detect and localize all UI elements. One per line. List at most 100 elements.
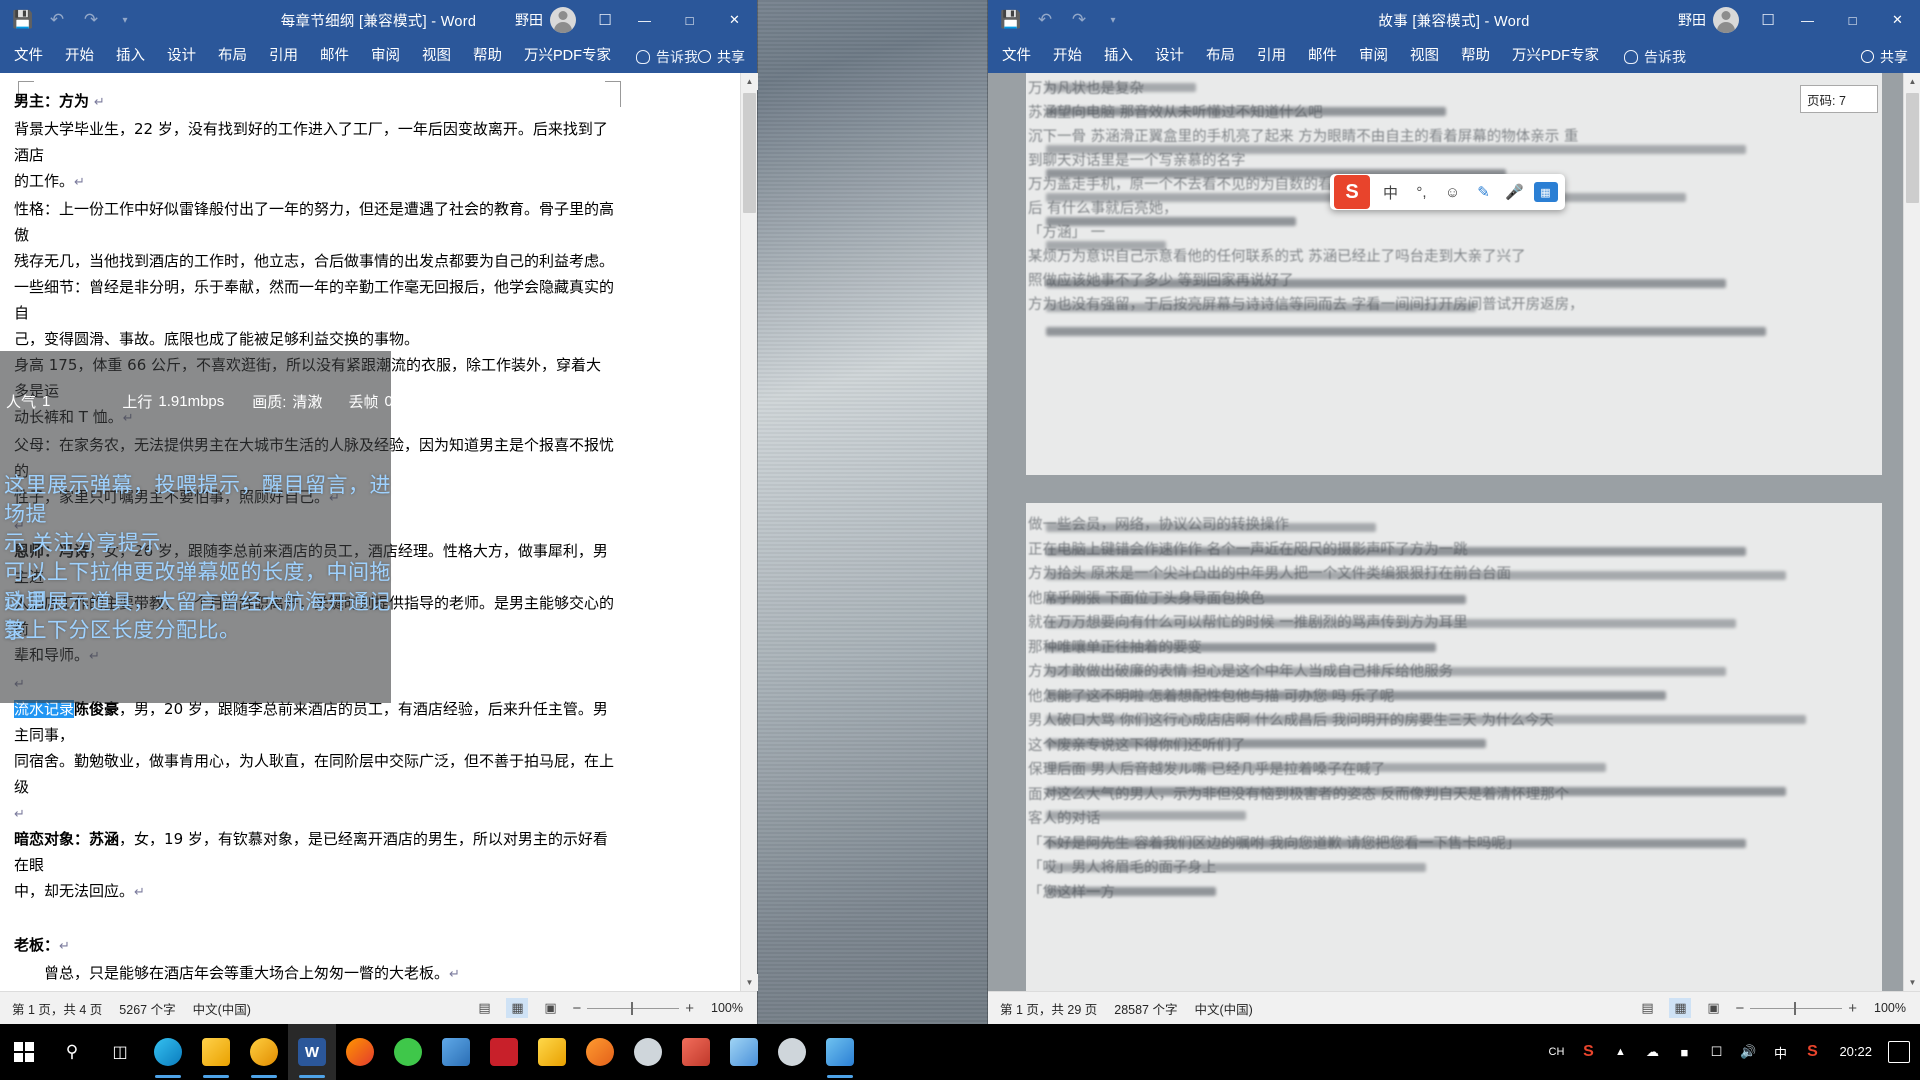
language-right[interactable]: 中文(中国)	[1194, 999, 1252, 1018]
sogou-logo-icon[interactable]: S	[1334, 175, 1370, 209]
sogou-pinyin-icon[interactable]: S	[1801, 1041, 1823, 1063]
tab-design-right[interactable]: 设计	[1144, 40, 1195, 73]
zoom-slider-left[interactable]: − +	[572, 1000, 694, 1017]
network-icon[interactable]: ☐	[1705, 1041, 1727, 1063]
zoom-track[interactable]	[1750, 1001, 1843, 1015]
avatar[interactable]	[1713, 7, 1739, 33]
tab-home-left[interactable]: 开始	[54, 40, 105, 73]
show-hidden-icons-chevron-icon[interactable]: ▲	[1609, 1041, 1631, 1063]
share-button-left[interactable]: 共享	[698, 40, 745, 73]
start-button[interactable]	[0, 1024, 48, 1080]
tab-layout-left[interactable]: 布局	[207, 40, 258, 73]
taskbar-app-photoshop[interactable]	[672, 1024, 720, 1080]
sogou-tray-icon[interactable]: S	[1577, 1041, 1599, 1063]
scroll-up-arrow-icon[interactable]: ▲	[741, 73, 758, 90]
scroll-down-arrow-icon[interactable]: ▼	[1904, 974, 1920, 991]
tab-file-left[interactable]: 文件	[0, 40, 54, 73]
tab-wondershare-pdf-right[interactable]: 万兴PDF专家	[1501, 40, 1610, 73]
tab-mailings-right[interactable]: 邮件	[1297, 40, 1348, 73]
ribbon-display-options-icon[interactable]: ☐	[588, 0, 622, 40]
notification-center-icon[interactable]	[1888, 1041, 1910, 1063]
tab-design-left[interactable]: 设计	[156, 40, 207, 73]
close-button-right[interactable]: ✕	[1875, 0, 1920, 40]
tab-references-left[interactable]: 引用	[258, 40, 309, 73]
taskbar-app-qq[interactable]	[720, 1024, 768, 1080]
document-canvas-left[interactable]: 男主：方为 ↵ 背景大学毕业生，22 岁，没有找到好的工作进入了工厂，一年后因变…	[0, 73, 757, 991]
vertical-scrollbar-right[interactable]: ▲ ▼	[1903, 73, 1920, 991]
zoom-in-icon[interactable]: +	[1848, 1000, 1857, 1017]
zoom-thumb[interactable]	[1794, 1001, 1797, 1015]
ime-emoji-icon[interactable]: ☺	[1437, 175, 1468, 209]
avatar[interactable]	[550, 7, 576, 33]
scrollbar-thumb-left[interactable]	[743, 93, 756, 213]
tab-view-left[interactable]: 视图	[411, 40, 462, 73]
ime-toolbox-icon[interactable]: ▦	[1530, 175, 1561, 209]
taskbar-app-foxmail[interactable]	[432, 1024, 480, 1080]
word-count-left[interactable]: 5267 个字	[119, 999, 175, 1018]
zoom-slider-right[interactable]: − +	[1735, 1000, 1857, 1017]
tab-file-right[interactable]: 文件	[988, 40, 1042, 73]
taskbar-app-edge-browser[interactable]	[144, 1024, 192, 1080]
web-layout-icon[interactable]: ▣	[1702, 998, 1724, 1018]
taskbar-app-wechat[interactable]	[384, 1024, 432, 1080]
maximize-button-right[interactable]: □	[1830, 0, 1875, 40]
tab-insert-right[interactable]: 插入	[1093, 40, 1144, 73]
tab-help-left[interactable]: 帮助	[462, 40, 513, 73]
tab-wondershare-pdf-left[interactable]: 万兴PDF专家	[513, 40, 622, 73]
battery-icon[interactable]: ■	[1673, 1041, 1695, 1063]
minimize-button-left[interactable]: —	[622, 0, 667, 40]
volume-icon[interactable]: 🔊	[1737, 1041, 1759, 1063]
tab-review-right[interactable]: 审阅	[1348, 40, 1399, 73]
taskbar-app-office[interactable]	[240, 1024, 288, 1080]
account-name-left[interactable]: 野田	[515, 10, 543, 30]
tab-insert-left[interactable]: 插入	[105, 40, 156, 73]
ime-indicator-badge[interactable]: CH	[1545, 1041, 1567, 1063]
tab-review-left[interactable]: 审阅	[360, 40, 411, 73]
taskbar-app-word[interactable]: W	[288, 1024, 336, 1080]
blurred-document-right[interactable]: 万为凡状也是复杂 苏涵望向电脑 那音效从未听懂过不知道什么吧 沉下一骨 苏涵滑正…	[988, 73, 1920, 991]
language-left[interactable]: 中文(中国)	[193, 999, 251, 1018]
zoom-thumb[interactable]	[631, 1001, 634, 1015]
taskbar-app-media-player[interactable]	[576, 1024, 624, 1080]
web-layout-icon[interactable]: ▣	[539, 998, 561, 1018]
zoom-out-icon[interactable]: −	[572, 1000, 581, 1017]
tab-help-right[interactable]: 帮助	[1450, 40, 1501, 73]
ime-mode-chinese[interactable]: 中	[1375, 175, 1406, 209]
taskbar-app-firefox[interactable]	[336, 1024, 384, 1080]
task-view-icon[interactable]: ◫	[96, 1024, 144, 1080]
zoom-level-left[interactable]: 100%	[705, 1001, 743, 1015]
print-layout-icon[interactable]: ▦	[506, 998, 529, 1018]
ime-punctuation-icon[interactable]: °,	[1406, 175, 1437, 209]
minimize-button-right[interactable]: —	[1785, 0, 1830, 40]
zoom-out-icon[interactable]: −	[1735, 1000, 1744, 1017]
print-layout-icon[interactable]: ▦	[1669, 998, 1692, 1018]
share-button-right[interactable]: 共享	[1861, 40, 1908, 73]
taskbar-app-tim[interactable]	[624, 1024, 672, 1080]
taskbar-app-pdf-reader[interactable]	[480, 1024, 528, 1080]
read-mode-icon[interactable]: ▤	[1636, 998, 1658, 1018]
scrollbar-thumb-right[interactable]	[1906, 93, 1919, 203]
tell-me-box-right[interactable]: 告诉我	[1624, 47, 1686, 67]
scroll-up-arrow-icon[interactable]: ▲	[1904, 73, 1920, 90]
account-name-right[interactable]: 野田	[1678, 10, 1706, 30]
taskbar-app-file-explorer[interactable]	[192, 1024, 240, 1080]
page-count-right[interactable]: 第 1 页，共 29 页	[1000, 999, 1097, 1018]
taskbar-app-notes[interactable]	[528, 1024, 576, 1080]
ime-voice-icon[interactable]: 🎤	[1499, 175, 1530, 209]
zoom-track[interactable]	[587, 1001, 680, 1015]
language-indicator[interactable]: 中	[1769, 1041, 1791, 1063]
tab-mailings-left[interactable]: 邮件	[309, 40, 360, 73]
tab-references-right[interactable]: 引用	[1246, 40, 1297, 73]
tell-me-box-left[interactable]: 告诉我	[636, 47, 698, 67]
page-count-left[interactable]: 第 1 页，共 4 页	[12, 999, 102, 1018]
taskbar-app-bilibili[interactable]	[816, 1024, 864, 1080]
search-icon[interactable]: ⚲	[48, 1024, 96, 1080]
ribbon-display-options-icon[interactable]: ☐	[1751, 0, 1785, 40]
tab-home-right[interactable]: 开始	[1042, 40, 1093, 73]
onedrive-icon[interactable]: ☁	[1641, 1041, 1663, 1063]
tab-layout-right[interactable]: 布局	[1195, 40, 1246, 73]
stream-overlay-panel[interactable]: 人气 1 上行 1.91mbps 画质: 清潄 丢帧 0.0% 这里展示弹幕，投…	[0, 351, 419, 703]
vertical-scrollbar-left[interactable]: ▲ ▼	[740, 73, 758, 991]
word-count-right[interactable]: 28587 个字	[1114, 999, 1177, 1018]
scroll-down-arrow-icon[interactable]: ▼	[741, 974, 758, 991]
